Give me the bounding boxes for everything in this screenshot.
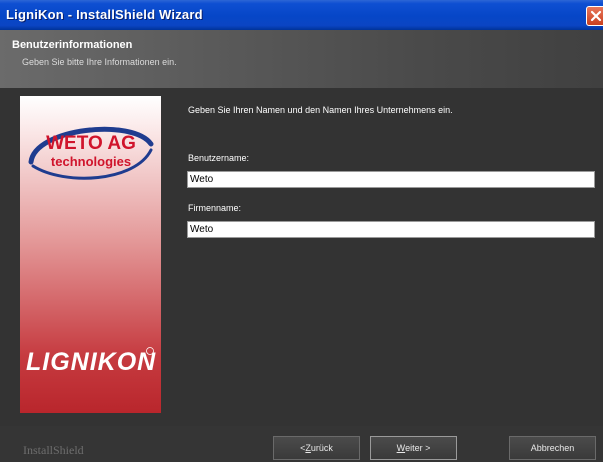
next-label: eiter > [405,443,431,453]
close-icon [590,10,602,22]
logo-line1: WETO AG [46,133,136,154]
page-subtitle: Geben Sie bitte Ihre Informationen ein. [22,57,177,67]
next-hotkey: W [396,443,406,453]
header-banner: Benutzerinformationen Geben Sie bitte Ih… [0,30,603,88]
next-button[interactable]: Weiter > [370,436,457,460]
back-button[interactable]: < Zurück [273,436,360,460]
close-button[interactable] [586,6,603,26]
company-field[interactable]: Weto [187,221,595,238]
content-area: WETO AG technologies LIGNIKON Geben Sie … [0,88,603,426]
username-label: Benutzername: [188,153,250,163]
side-image: WETO AG technologies LIGNIKON [20,96,161,413]
installer-window: LigniKon - InstallShield Wizard Benutzer… [0,0,603,462]
cancel-button[interactable]: Abbrechen [509,436,596,460]
company-label: Firmenname: [188,203,242,213]
product-logo-text: LIGNIKON [26,348,156,376]
weto-logo: WETO AG technologies [28,126,154,180]
logo-line2: technologies [51,154,131,169]
footer-bar: InstallShield < Zurück Weiter > Abbreche… [0,426,603,462]
installshield-brand: InstallShield [23,443,84,457]
form-instructions: Geben Sie Ihren Namen und den Namen Ihre… [188,105,453,115]
username-field[interactable]: Weto [187,171,595,188]
lignikon-logo: LIGNIKON [26,347,156,376]
title-bar[interactable]: LigniKon - InstallShield Wizard [0,0,603,30]
page-title: Benutzerinformationen [12,39,133,51]
cancel-label: Abbrechen [530,443,575,453]
window-title: LigniKon - InstallShield Wizard [6,7,203,22]
back-label: urück [310,443,333,453]
